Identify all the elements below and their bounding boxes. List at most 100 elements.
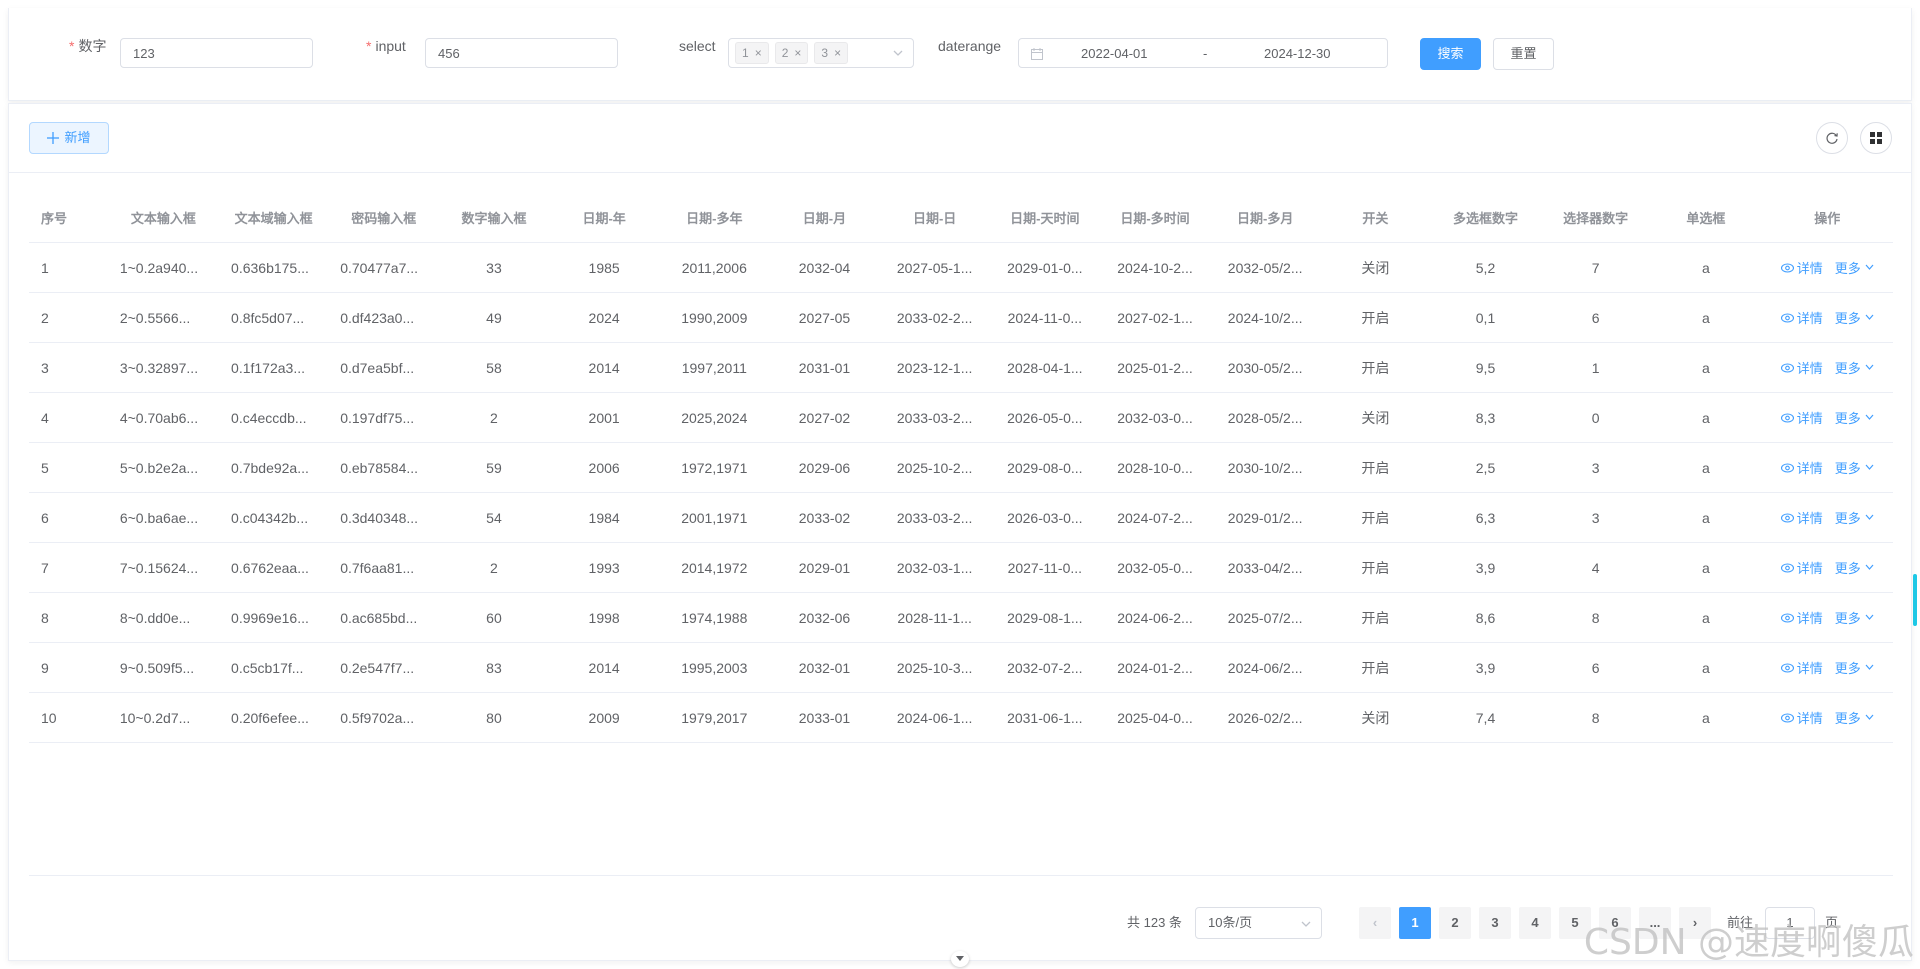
detail-link[interactable]: 详情 bbox=[1780, 458, 1827, 477]
page-number-button[interactable]: 4 bbox=[1519, 907, 1551, 939]
page-number-button[interactable]: 2 bbox=[1439, 907, 1471, 939]
close-icon[interactable]: × bbox=[755, 46, 762, 60]
scrollbar-thumb[interactable] bbox=[1913, 574, 1917, 626]
table-cell: 开启 bbox=[1320, 642, 1430, 693]
table-cell: 2033-01 bbox=[768, 692, 881, 743]
operations-cell: 详情 更多 bbox=[1761, 642, 1893, 693]
add-button[interactable]: 新增 bbox=[29, 122, 109, 154]
table-cell: 3 bbox=[1541, 492, 1651, 543]
table-cell: 0,1 bbox=[1429, 292, 1542, 343]
table-row: 10 10~0.2d7... 0.20f6efee... 0.5f9702a... 80… bbox=[29, 692, 1893, 743]
daterange-start[interactable]: 2022-04-01 bbox=[1081, 39, 1148, 69]
table-cell: 7~0.15624... bbox=[107, 542, 220, 593]
detail-label: 详情 bbox=[1796, 711, 1823, 727]
table-cell: 6 bbox=[1541, 642, 1651, 693]
column-settings-button[interactable] bbox=[1860, 122, 1892, 154]
more-dropdown[interactable]: 更多 bbox=[1835, 608, 1874, 627]
table-cell: 0.70477a7... bbox=[328, 242, 440, 293]
table-cell: a bbox=[1650, 592, 1762, 643]
refresh-button[interactable] bbox=[1816, 122, 1848, 154]
text-input[interactable]: 456 bbox=[425, 38, 618, 68]
table-cell: 0.c5cb17f... bbox=[219, 642, 329, 693]
select-tag[interactable]: 1 × bbox=[735, 42, 769, 64]
multi-select[interactable]: 1 × 2 × 3 × bbox=[728, 38, 914, 68]
table-cell: 开启 bbox=[1320, 542, 1430, 593]
table-cell: 6 bbox=[1541, 292, 1651, 343]
detail-link[interactable]: 详情 bbox=[1780, 308, 1827, 327]
table-cell: 2027-05 bbox=[768, 292, 881, 343]
table-cell: 2029-01/2... bbox=[1209, 492, 1321, 543]
detail-link[interactable]: 详情 bbox=[1780, 508, 1827, 527]
table-cell: 10 bbox=[29, 692, 108, 743]
detail-link[interactable]: 详情 bbox=[1780, 558, 1827, 577]
table-cell: 33 bbox=[439, 242, 549, 293]
table-cell: 7,4 bbox=[1429, 692, 1542, 743]
detail-link[interactable]: 详情 bbox=[1780, 258, 1827, 277]
more-label: 更多 bbox=[1834, 360, 1861, 376]
operations-cell: 详情 更多 bbox=[1761, 592, 1893, 643]
reset-button[interactable]: 重置 bbox=[1493, 38, 1554, 70]
column-header: 日期-年 bbox=[548, 192, 660, 243]
table-cell: 2 bbox=[439, 392, 549, 443]
search-form-panel: * 数字 123 * input 456 select 1 × 2 × 3 × dater… bbox=[8, 8, 1912, 101]
more-dropdown[interactable]: 更多 bbox=[1835, 258, 1874, 277]
select-tag[interactable]: 2 × bbox=[774, 42, 809, 64]
table-row: 5 5~0.b2e2a... 0.7bde92a... 0.eb78584... 59 2… bbox=[29, 442, 1893, 493]
close-icon[interactable]: × bbox=[834, 46, 841, 60]
table-cell: a bbox=[1650, 292, 1762, 343]
detail-label: 详情 bbox=[1796, 361, 1823, 377]
table-cell: 0.636b175... bbox=[219, 242, 329, 293]
table-cell: 2029-01 bbox=[768, 542, 881, 593]
table-cell: 关闭 bbox=[1320, 392, 1430, 443]
detail-label: 详情 bbox=[1796, 411, 1823, 427]
detail-label: 详情 bbox=[1796, 661, 1823, 677]
select-tag[interactable]: 3 × bbox=[814, 42, 849, 64]
total-count: 共 123 条 bbox=[1127, 915, 1182, 930]
table-cell: 8,3 bbox=[1429, 392, 1542, 443]
table-row: 4 4~0.70ab6... 0.c4eccdb... 0.197df75... 2 20… bbox=[29, 392, 1893, 443]
table-cell: 2014 bbox=[548, 642, 660, 693]
table-cell: 0.8fc5d07... bbox=[219, 292, 329, 343]
table-header-row: 序号 文本输入框 文本域输入框 密码输入框 数字输入框 日期-年 日期-多年 日期-月 日期-日… bbox=[29, 192, 1893, 243]
table-cell: 2025-01-2... bbox=[1100, 342, 1210, 393]
more-dropdown[interactable]: 更多 bbox=[1835, 358, 1874, 377]
column-header: 操作 bbox=[1761, 192, 1893, 243]
more-dropdown[interactable]: 更多 bbox=[1835, 308, 1874, 327]
column-header: 单选框 bbox=[1650, 192, 1762, 243]
table-cell: a bbox=[1650, 242, 1762, 293]
page-number-button[interactable]: 1 bbox=[1399, 907, 1431, 939]
detail-link[interactable]: 详情 bbox=[1780, 658, 1827, 677]
more-dropdown[interactable]: 更多 bbox=[1835, 408, 1874, 427]
table-cell: 3,9 bbox=[1429, 542, 1542, 593]
daterange-end[interactable]: 2024-12-30 bbox=[1264, 39, 1331, 69]
table-cell: 83 bbox=[439, 642, 549, 693]
detail-link[interactable]: 详情 bbox=[1780, 608, 1827, 627]
more-dropdown[interactable]: 更多 bbox=[1835, 558, 1874, 577]
table-cell: 1993 bbox=[548, 542, 660, 593]
table-cell: 5~0.b2e2a... bbox=[107, 442, 220, 493]
daterange-picker[interactable]: 2022-04-01 - 2024-12-30 bbox=[1018, 38, 1388, 68]
collapse-toggle[interactable] bbox=[951, 951, 969, 967]
page-number-button[interactable]: 3 bbox=[1479, 907, 1511, 939]
prev-page-button[interactable]: ‹ bbox=[1359, 907, 1391, 939]
eye-icon bbox=[1780, 513, 1794, 523]
table-cell: 2033-04/2... bbox=[1209, 542, 1321, 593]
number-input[interactable]: 123 bbox=[120, 38, 313, 68]
detail-link[interactable]: 详情 bbox=[1780, 358, 1827, 377]
table-cell: 0.7f6aa81... bbox=[328, 542, 440, 593]
table-cell: 2026-03-0... bbox=[989, 492, 1101, 543]
search-button[interactable]: 搜索 bbox=[1420, 38, 1481, 70]
table-cell: 2026-02/2... bbox=[1209, 692, 1321, 743]
more-dropdown[interactable]: 更多 bbox=[1835, 508, 1874, 527]
detail-link[interactable]: 详情 bbox=[1780, 708, 1827, 727]
column-header: 日期-多时间 bbox=[1100, 192, 1210, 243]
page-size-select[interactable]: 10条/页 bbox=[1195, 907, 1322, 939]
detail-link[interactable]: 详情 bbox=[1780, 408, 1827, 427]
more-label: 更多 bbox=[1834, 260, 1861, 276]
more-dropdown[interactable]: 更多 bbox=[1835, 708, 1874, 727]
table-cell: 2027-02 bbox=[768, 392, 881, 443]
table-cell: 1998 bbox=[548, 592, 660, 643]
more-dropdown[interactable]: 更多 bbox=[1835, 658, 1874, 677]
more-dropdown[interactable]: 更多 bbox=[1835, 458, 1874, 477]
close-icon[interactable]: × bbox=[794, 46, 801, 60]
